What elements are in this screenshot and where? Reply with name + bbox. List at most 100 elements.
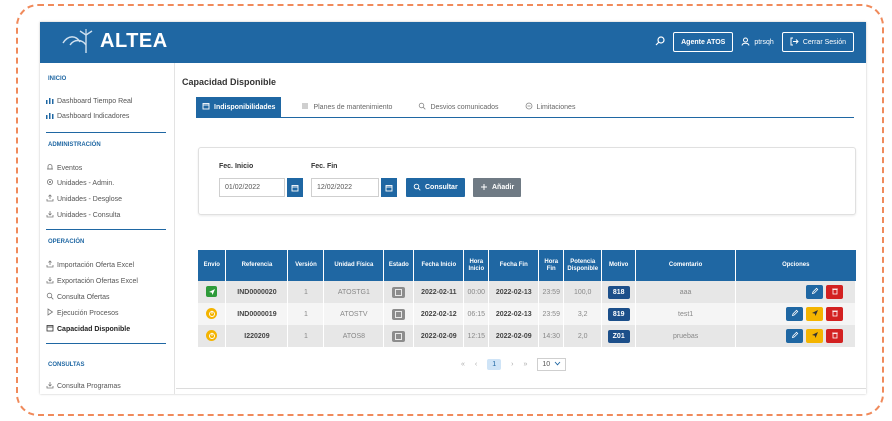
sidebar-divider [46, 132, 166, 133]
windmill-icon [60, 29, 96, 55]
logout-button[interactable]: Cerrar Sesión [781, 32, 854, 52]
sidebar-item-dashboard-indicadores[interactable]: Dashboard Indicadores [46, 112, 129, 121]
header-unidad-fisica[interactable]: Unidad Física [323, 250, 385, 281]
sidebar-item-unidades-admin[interactable]: Unidades - Admin. [46, 178, 114, 188]
page-size-select[interactable]: 10 [537, 358, 567, 371]
envio-cell [198, 303, 227, 325]
unidad-cell: ATOSTG1 [323, 281, 385, 303]
first-page-icon[interactable]: « [461, 361, 465, 368]
current-page[interactable]: 1 [487, 359, 502, 370]
delete-button[interactable] [826, 307, 843, 321]
sidebar-section-inicio: INICIO [48, 76, 67, 82]
add-button[interactable]: Añadir [473, 178, 522, 197]
download-icon [46, 210, 54, 220]
header-envio[interactable]: Envío [198, 250, 227, 281]
table-row[interactable]: IND0000019 1 ATOSTV 2022-02-12 06:15 202… [198, 303, 856, 325]
comentario-cell: aaa [635, 281, 737, 303]
sidebar-item-label: Unidades - Consulta [57, 211, 121, 219]
comentario-cell: pruebas [635, 325, 737, 347]
version-cell: 1 [287, 325, 325, 347]
sidebar-item-label: Ejecución Procesos [57, 309, 119, 317]
header-hora-inicio[interactable]: Hora Inicio [463, 250, 490, 281]
version-cell: 1 [287, 281, 325, 303]
header-motivo[interactable]: Motivo [601, 250, 637, 281]
send-button[interactable] [806, 307, 823, 321]
calendar-icon [46, 324, 54, 334]
header-potencia-disponible[interactable]: Potencia Disponible [563, 250, 603, 281]
edit-button[interactable] [786, 307, 803, 321]
logo[interactable]: ALTEA [60, 27, 168, 55]
tab-label: Limitaciones [536, 103, 576, 111]
end-date-input[interactable]: 12/02/2022 [311, 178, 379, 197]
sidebar-item-unidades-consulta[interactable]: Unidades - Consulta [46, 210, 120, 220]
tab-bar: Indisponibilidades Planes de mantenimien… [196, 97, 581, 117]
play-icon [46, 308, 54, 318]
user-name: ptrsqh [754, 38, 774, 46]
agent-button[interactable]: Agente ATOS [673, 32, 734, 52]
fecha-fin-cell: 2022-02-13 [488, 303, 540, 325]
edit-button[interactable] [786, 329, 803, 343]
table-row[interactable]: I220209 1 ATOS8 2022-02-09 12:15 2022-02… [198, 325, 856, 347]
opciones-cell [735, 325, 856, 347]
footer-divider [176, 388, 866, 389]
start-date-calendar-button[interactable] [287, 178, 303, 197]
table-row[interactable]: IND0000020 1 ATOSTG1 2022-02-11 00:00 20… [198, 281, 856, 303]
sidebar-item-exportacion-ofertas-excel[interactable]: Exportación Ofertas Excel [46, 276, 138, 286]
header-hora-fin[interactable]: Hora Fin [538, 250, 565, 281]
sidebar-item-unidades-desglose[interactable]: Unidades - Desglose [46, 194, 122, 204]
delete-button[interactable] [826, 285, 843, 299]
chevron-down-icon [554, 361, 561, 368]
trash-icon [831, 287, 839, 297]
unidad-cell: ATOS8 [323, 325, 385, 347]
sidebar-item-consulta-programas[interactable]: Consulta Programas [46, 381, 121, 391]
sidebar-divider [46, 229, 166, 230]
sidebar-item-capacidad-disponible[interactable]: Capacidad Disponible [46, 324, 130, 334]
prev-page-icon[interactable]: ‹ [475, 361, 477, 368]
edit-button[interactable] [806, 285, 823, 299]
tab-underline [196, 117, 854, 118]
header-estado[interactable]: Estado [383, 250, 415, 281]
upload-icon [46, 260, 54, 270]
next-page-icon[interactable]: › [511, 361, 513, 368]
sidebar-item-dashboard-tiempo-real[interactable]: Dashboard Tiempo Real [46, 97, 133, 106]
user-menu[interactable]: ptrsqh [741, 37, 774, 48]
end-date-calendar-button[interactable] [381, 178, 397, 197]
tab-planes-mantenimiento[interactable]: Planes de mantenimiento [295, 97, 398, 117]
sidebar-item-importacion-oferta-excel[interactable]: Importación Oferta Excel [46, 260, 134, 270]
header-fecha-inicio[interactable]: Fecha Inicio [413, 250, 465, 281]
logo-text: ALTEA [100, 30, 168, 52]
send-pending-icon [206, 308, 218, 320]
search-button[interactable]: Consultar [406, 178, 465, 197]
calendar-icon [385, 179, 393, 197]
pencil-icon [811, 287, 819, 297]
sidebar-item-ejecucion-procesos[interactable]: Ejecución Procesos [46, 308, 118, 318]
hora-fin-cell: 14:30 [538, 325, 565, 347]
sidebar-item-consulta-ofertas[interactable]: Consulta Ofertas [46, 292, 110, 302]
sidebar-item-label: Consulta Programas [57, 382, 121, 390]
motivo-cell: 818 [601, 281, 637, 303]
sidebar-item-eventos[interactable]: Eventos [46, 163, 82, 173]
send-button[interactable] [806, 329, 823, 343]
motivo-badge: 818 [607, 285, 630, 299]
header-referencia[interactable]: Referencia [225, 250, 289, 281]
page-size-value: 10 [542, 361, 551, 368]
header-fecha-fin[interactable]: Fecha Fin [488, 250, 540, 281]
delete-button[interactable] [826, 329, 843, 343]
header-opciones: Opciones [735, 250, 856, 281]
start-date-input[interactable]: 01/02/2022 [219, 178, 285, 197]
search-icon[interactable] [655, 36, 665, 48]
tab-indisponibilidades[interactable]: Indisponibilidades [196, 97, 282, 117]
last-page-icon[interactable]: » [524, 361, 528, 368]
hora-fin-cell: 23:59 [538, 281, 565, 303]
header-comentario[interactable]: Comentario [635, 250, 737, 281]
tab-desvios-comunicados[interactable]: Desvios comunicados [412, 97, 504, 117]
referencia-cell: IND0000019 [225, 303, 289, 325]
tab-limitaciones[interactable]: Limitaciones [519, 97, 582, 117]
end-date-label: Fec. Fin [311, 163, 338, 170]
header-version[interactable]: Versión [287, 250, 325, 281]
minus-circle-icon [525, 102, 533, 112]
motivo-cell: 819 [601, 303, 637, 325]
logout-label: Cerrar Sesión [802, 38, 846, 46]
unavailability-table: Envío Referencia Versión Unidad Física E… [198, 250, 856, 347]
referencia-cell: I220209 [225, 325, 289, 347]
